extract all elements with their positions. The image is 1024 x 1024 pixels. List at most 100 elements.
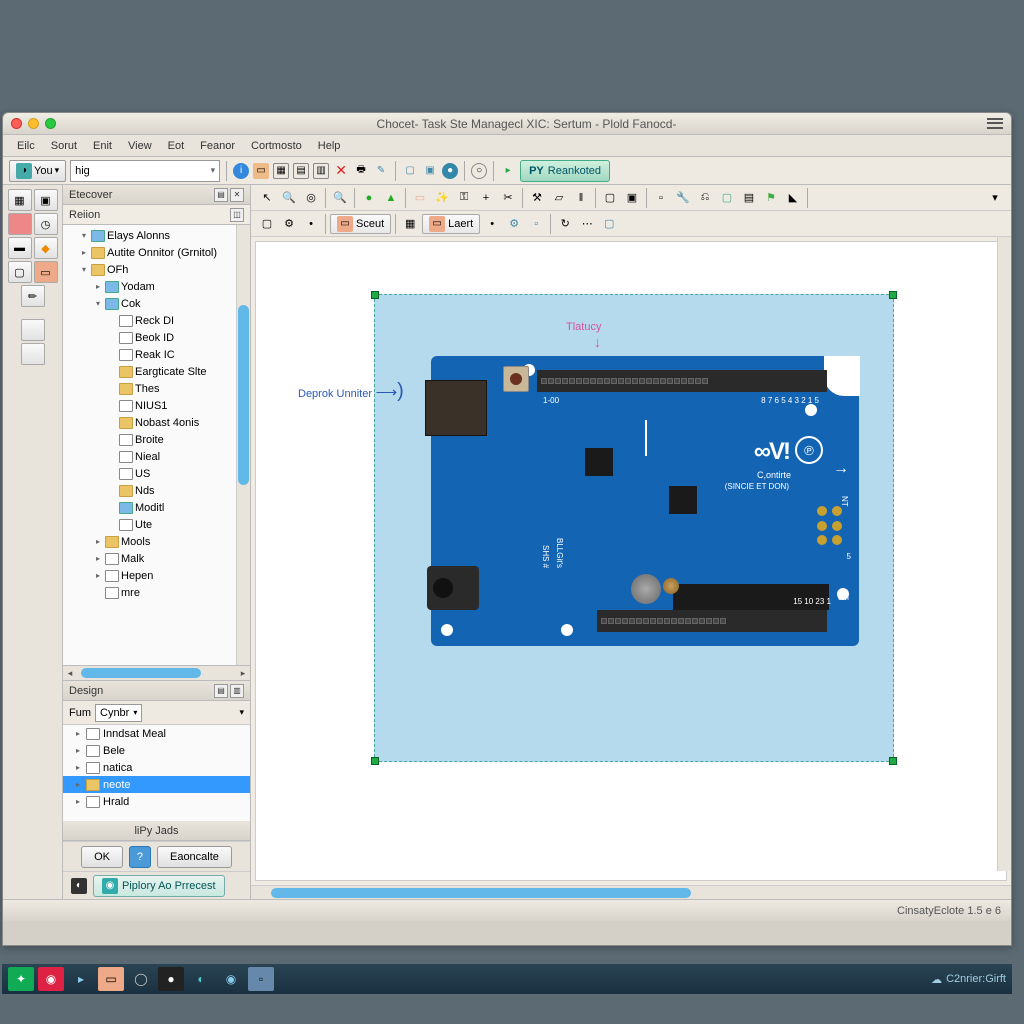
list-item[interactable]: ▸natica [63, 759, 250, 776]
tree-node[interactable]: Moditl [65, 499, 248, 516]
rect-icon[interactable]: ▢ [257, 214, 277, 234]
tree-node[interactable]: Nieal [65, 448, 248, 465]
menu-sorut[interactable]: Sorut [43, 138, 85, 154]
refresh-icon[interactable]: ↻ [555, 214, 575, 234]
tree-node[interactable]: ▸Autite Onnitor (Grnitol) [65, 244, 248, 261]
tool-diamond-icon[interactable]: ◆ [34, 237, 58, 259]
tree-node[interactable]: Broite [65, 431, 248, 448]
wand-icon[interactable]: ✨ [432, 188, 452, 208]
task-app2-icon[interactable]: ▸ [68, 967, 94, 991]
save-icon[interactable]: ▢ [599, 214, 619, 234]
tree-node[interactable]: ▾OFh [65, 261, 248, 278]
arduino-board[interactable]: ∞V! ℗ C,ontirte (SINCIE ET DON) → 1-00 8… [431, 356, 859, 646]
play-icon[interactable]: ▸ [500, 163, 516, 179]
tree-node[interactable]: Nds [65, 482, 248, 499]
wrench-icon[interactable]: 🔧 [673, 188, 693, 208]
list-item[interactable]: ▸Bele [63, 742, 250, 759]
dot-icon[interactable]: • [301, 214, 321, 234]
panel-opts-icon[interactable]: ▤ [214, 188, 228, 202]
project-tree[interactable]: ▾Elays Alonns▸Autite Onnitor (Grnitol)▾O… [63, 225, 250, 666]
align-icon[interactable]: ‖ [571, 188, 591, 208]
tree-node[interactable]: Reak IC [65, 346, 248, 363]
plus-icon[interactable]: + [476, 188, 496, 208]
sq-icon[interactable]: ▫ [526, 214, 546, 234]
tool-chip-icon[interactable]: ▣ [34, 189, 58, 211]
task-win-icon[interactable]: ▫ [248, 967, 274, 991]
dropdown-icon[interactable]: ▾ [985, 188, 1005, 208]
tree-scrollbar-h[interactable]: ◂ ▸ [63, 666, 250, 680]
connect-icon[interactable]: ⎌ [695, 188, 715, 208]
folder-icon[interactable]: ▭ [253, 163, 269, 179]
menu-enit[interactable]: Enit [85, 138, 120, 154]
ranked-badge[interactable]: PYReankoted [520, 160, 610, 182]
handle-bl[interactable] [371, 757, 379, 765]
layout-icon[interactable]: ▤ [293, 163, 309, 179]
tree-node[interactable]: ▸Yodam [65, 278, 248, 295]
task-clock[interactable]: ☁C2nrier:Girft [931, 973, 1006, 986]
close-icon[interactable] [11, 118, 22, 129]
list-item[interactable]: ▸Hrald [63, 793, 250, 810]
dots-icon[interactable]: ⋯ [577, 214, 597, 234]
tree-node[interactable]: ▸Mools [65, 533, 248, 550]
task-teal-icon[interactable]: ◐ [188, 967, 214, 991]
green-dot-icon[interactable]: ● [359, 188, 379, 208]
delete-icon[interactable]: ✕ [333, 163, 349, 179]
zoom2-icon[interactable]: 🔍 [330, 188, 350, 208]
tag-icon[interactable]: ◣ [783, 188, 803, 208]
menu-feanor[interactable]: Feanor [192, 138, 243, 154]
layers-icon[interactable]: ▦ [400, 214, 420, 234]
list-item[interactable]: ▸Inndsat Meal [63, 725, 250, 742]
dot2-icon[interactable]: • [482, 214, 502, 234]
canvas-scrollbar-h[interactable] [251, 885, 1011, 899]
task-dark-icon[interactable]: ● [158, 967, 184, 991]
tree-node[interactable]: ▾Cok [65, 295, 248, 312]
tree-node[interactable]: ▸Hepen [65, 567, 248, 584]
handle-tl[interactable] [371, 291, 379, 299]
folder2-icon[interactable]: ▭ [410, 188, 430, 208]
you-button[interactable]: ◑You▾ [9, 160, 66, 182]
tree-node[interactable]: Ute [65, 516, 248, 533]
tool-pen-icon[interactable]: ✏ [21, 285, 45, 307]
task-folder-icon[interactable]: ▭ [98, 967, 124, 991]
zoom-icon[interactable]: 🔍 [279, 188, 299, 208]
design-opts1-icon[interactable]: ▤ [214, 684, 228, 698]
hammer-icon[interactable]: ⚒ [527, 188, 547, 208]
menu-icon[interactable] [987, 117, 1003, 131]
menu-eot[interactable]: Eot [160, 138, 193, 154]
cut-icon[interactable]: ✂ [498, 188, 518, 208]
win2-icon[interactable]: ▣ [622, 188, 642, 208]
list-icon[interactable]: ▥ [313, 163, 329, 179]
win1-icon[interactable]: ▢ [600, 188, 620, 208]
help-button[interactable]: ? [129, 846, 151, 868]
stack-icon[interactable]: ▤ [739, 188, 759, 208]
print-icon[interactable]: 🖶 [353, 163, 369, 179]
tree-node[interactable]: US [65, 465, 248, 482]
brush-icon[interactable]: ✎ [373, 163, 389, 179]
piplory-button[interactable]: ◉Piplory Ao Prrecest [93, 875, 225, 897]
cursor-icon[interactable]: ↖ [257, 188, 277, 208]
monitor-icon[interactable]: ▢ [402, 163, 418, 179]
screen-icon[interactable]: ▢ [717, 188, 737, 208]
tree-scrollbar-v[interactable] [236, 225, 250, 665]
tree-node[interactable]: ▸Malk [65, 550, 248, 567]
retion-pin-icon[interactable]: ◫ [230, 208, 244, 222]
tool-clock-icon[interactable]: ◷ [34, 213, 58, 235]
tool-color-icon[interactable] [8, 213, 32, 235]
tool-ruler-icon[interactable]: ▬ [8, 237, 32, 259]
panel-close-icon[interactable]: ✕ [230, 188, 244, 202]
tree-node[interactable]: Eargticate Slte [65, 363, 248, 380]
tool-box-icon[interactable]: ▭ [34, 261, 58, 283]
handle-tr[interactable] [889, 291, 897, 299]
copy-icon[interactable]: ▫ [651, 188, 671, 208]
menu-cortmosto[interactable]: Cortmosto [243, 138, 310, 154]
handle-br[interactable] [889, 757, 897, 765]
globe-icon[interactable]: ● [442, 163, 458, 179]
tool-blank3-icon[interactable] [21, 343, 45, 365]
measure-icon[interactable]: ▱ [549, 188, 569, 208]
ok-button[interactable]: OK [81, 846, 123, 868]
tree-node[interactable]: ▾Elays Alonns [65, 227, 248, 244]
task-circle-icon[interactable]: ◯ [128, 967, 154, 991]
tree-node[interactable]: Thes [65, 380, 248, 397]
cynbr-combo[interactable]: Cynbr [95, 704, 142, 722]
up-icon[interactable]: ▲ [381, 188, 401, 208]
